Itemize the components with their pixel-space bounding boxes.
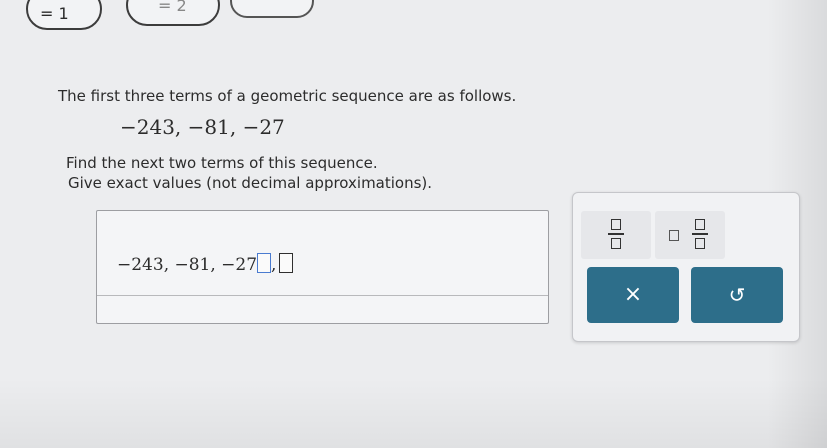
mixed-number-whole-icon xyxy=(669,230,679,241)
undo-icon: ↺ xyxy=(728,283,746,307)
math-keypad: × ↺ xyxy=(572,192,800,342)
choice-pill-1[interactable]: = 1 xyxy=(26,0,102,30)
question-intro: The first three terms of a geometric seq… xyxy=(58,87,517,105)
answer-blank-term-5[interactable] xyxy=(279,253,293,273)
answer-blank-term-4[interactable] xyxy=(257,253,271,273)
question-instruction-1: Find the next two terms of this sequence… xyxy=(66,154,378,172)
clear-button[interactable]: × xyxy=(587,267,679,323)
choice-pill-1-label: = 1 xyxy=(40,4,69,23)
background-shade-bottom xyxy=(0,378,827,448)
answer-box[interactable]: −243, −81, −27, , xyxy=(96,210,549,324)
fraction-button[interactable] xyxy=(581,211,651,259)
undo-button[interactable]: ↺ xyxy=(691,267,783,323)
fraction-icon xyxy=(608,219,624,249)
question-instruction-2: Give exact values (not decimal approxima… xyxy=(68,174,433,192)
answer-separator: , xyxy=(271,255,277,275)
close-icon: × xyxy=(623,282,643,307)
choice-pill-2-label: = 2 xyxy=(158,0,187,15)
choice-pill-2[interactable]: = 2 xyxy=(126,0,220,26)
mixed-number-button[interactable] xyxy=(655,211,725,259)
given-sequence: −243, −81, −27 xyxy=(120,115,285,139)
mixed-number-icon xyxy=(692,219,708,249)
answer-prefix: −243, −81, −27, xyxy=(117,255,263,275)
answer-input-area[interactable]: −243, −81, −27, , xyxy=(97,211,548,296)
choice-pill-3[interactable] xyxy=(230,0,314,18)
